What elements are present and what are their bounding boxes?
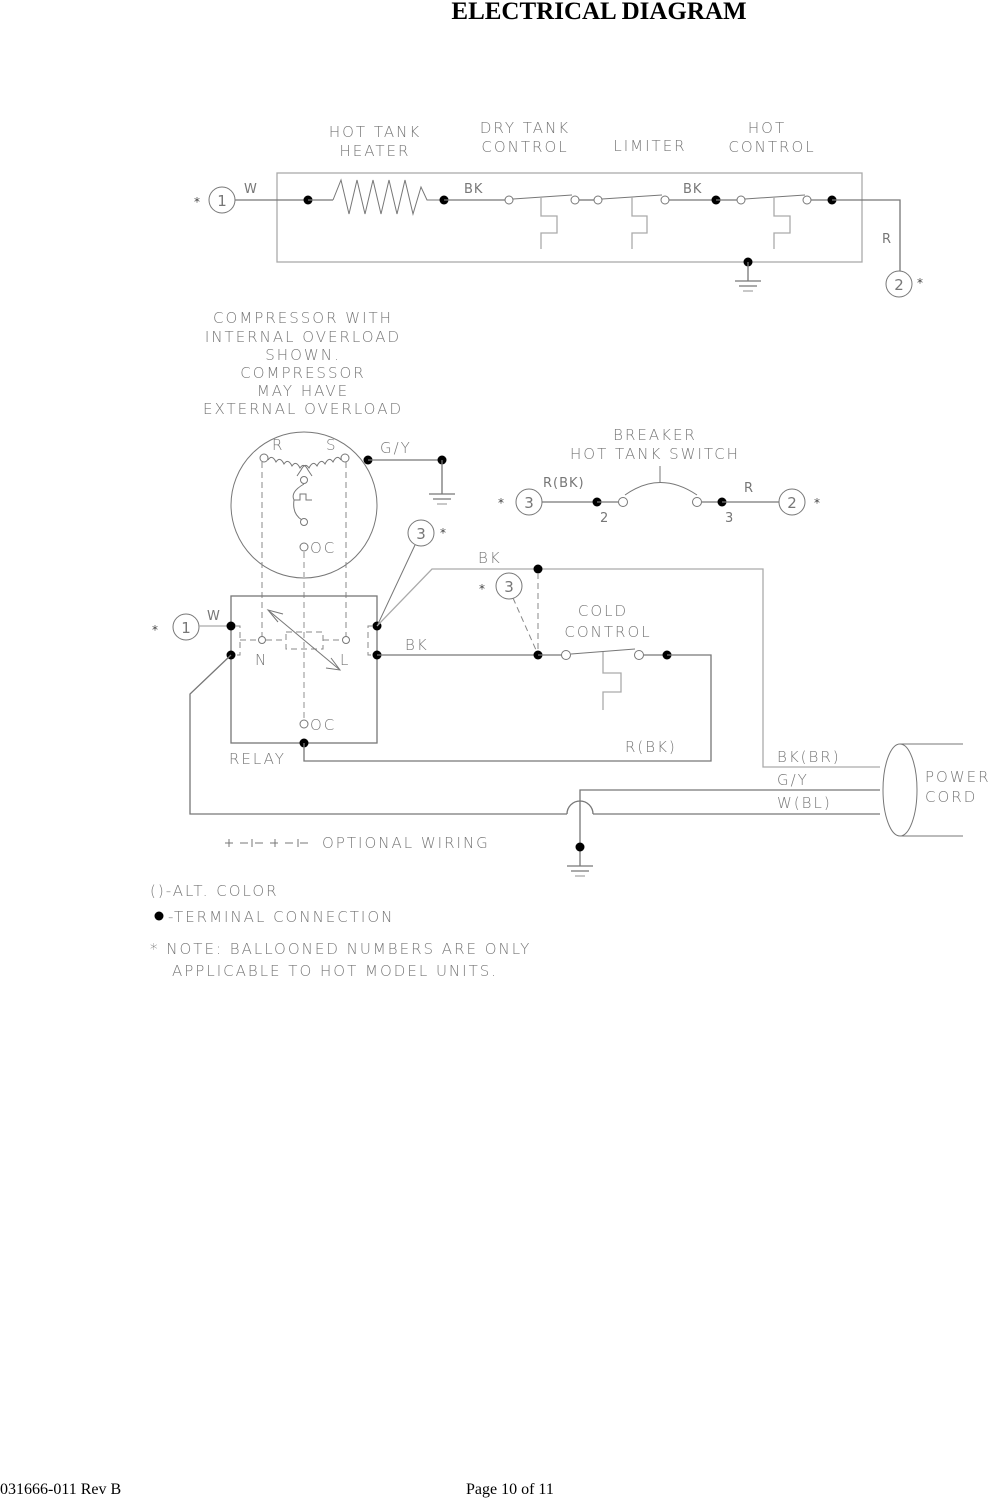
thermostat-symbol [602, 652, 622, 710]
wire-label-wbl: W(BL) [777, 794, 832, 812]
breaker-pin-2: 2 [600, 511, 609, 526]
ground-icon [567, 865, 593, 877]
balloon-2-number: 2 [787, 494, 797, 512]
contact [736, 195, 746, 205]
cold-control-label-2: CONTROL [564, 623, 651, 641]
compressor-note-4: COMPRESSOR [240, 364, 365, 382]
contact [593, 195, 603, 205]
cold-control: BK BK * 3 COLD CONTROL R(BK) [189, 549, 880, 877]
wire-label-gy: G/Y [380, 439, 412, 457]
power-cord-sleeve [882, 743, 918, 837]
wire-label-bk-mid: BK [405, 636, 429, 654]
legend-note-2: APPLICABLE TO HOT MODEL UNITS. [172, 962, 498, 980]
breaker-arc [624, 482, 698, 496]
power-cord-label-1: POWER [925, 768, 989, 786]
thermostat-symbol [631, 197, 648, 249]
balloon-3-number: 3 [416, 525, 426, 543]
wire-gy [579, 789, 880, 866]
wire-label-gy: G/Y [777, 771, 809, 789]
wire-label-rbk: R(BK) [543, 476, 585, 491]
balloon-3-number: 3 [524, 494, 534, 512]
compressor-note-2: INTERNAL OVERLOAD [205, 328, 401, 346]
asterisk: * [440, 526, 446, 540]
breaker-label-1: BREAKER [613, 426, 697, 444]
heater-label-2: HEATER [340, 142, 411, 160]
asterisk: * [498, 496, 504, 510]
wire-label-r-bk: R(BK) [625, 738, 677, 756]
balloon-2-number: 2 [894, 276, 904, 294]
hot-control-label-1: HOT [748, 119, 786, 137]
compressor: COMPRESSOR WITH INTERNAL OVERLOAD SHOWN.… [203, 309, 455, 720]
hot-control-label-2: CONTROL [728, 138, 815, 156]
wire-label-w: W [244, 182, 258, 197]
optional-wiring [512, 597, 537, 651]
asterisk: * [479, 582, 485, 596]
terminal-dot [226, 621, 236, 631]
compressor-s-label: S [326, 436, 338, 454]
asterisk: * [194, 195, 200, 209]
hot-circuit: * 1 W BK HOT TANK HEATER DRY TANK CONTRO… [194, 119, 923, 298]
breaker-pin-3: 3 [725, 511, 734, 526]
page-number: Page 10 of 11 [466, 1481, 554, 1498]
relay-oc-label: OC [310, 716, 336, 734]
contact [504, 195, 514, 205]
wire-w-return [189, 654, 567, 815]
cold-control-label-1: COLD [578, 602, 628, 620]
compressor-note-5: MAY HAVE [257, 382, 349, 400]
limiter-label: LIMITER [613, 137, 686, 155]
relay: RELAY * 1 W N L OC 3 * [152, 519, 446, 768]
asterisk: * [152, 623, 158, 637]
compressor-r-label: R [272, 436, 284, 454]
balloon-3-number: 3 [504, 578, 514, 596]
breaker-hot-tank-switch: BREAKER HOT TANK SWITCH * 3 R(BK) 2 3 R … [498, 426, 820, 526]
compressor-oc-label: OC [310, 539, 336, 557]
thermostat-symbol [540, 197, 558, 249]
wiring-diagram: * 1 W BK HOT TANK HEATER DRY TANK CONTRO… [150, 119, 989, 980]
legend-terminal-connection: -TERMINAL CONNECTION [168, 908, 394, 926]
switch-blade [512, 194, 573, 200]
contact [570, 195, 580, 205]
relay-label: RELAY [229, 750, 286, 768]
ground-icon [429, 493, 455, 505]
balloon-1-number: 1 [217, 192, 227, 210]
wire-label-r: R [744, 481, 754, 496]
dry-tank-label-1: DRY TANK [480, 119, 570, 137]
compressor-note-3: SHOWN. [265, 346, 340, 364]
thermostat-symbol [773, 197, 791, 249]
wire-label-r: R [882, 232, 892, 247]
ground-icon [735, 280, 761, 292]
start-winding [296, 456, 342, 477]
power-cord-label-2: CORD [925, 788, 977, 806]
wire-label-bkbr: BK(BR) [777, 748, 841, 766]
legend-note-1: * NOTE: BALLOONED NUMBERS ARE ONLY [150, 940, 531, 958]
legend-alt-color: ()-ALT. COLOR [150, 882, 279, 900]
legend-terminal-dot [154, 911, 164, 921]
contact [802, 195, 812, 205]
asterisk: * [814, 496, 820, 510]
terminal-dot [575, 842, 585, 852]
wire-label-bk-top: BK [478, 549, 502, 567]
legend-optional-wiring: OPTIONAL WIRING [322, 834, 490, 852]
optional-wiring-symbol [225, 839, 312, 847]
heater-label-1: HOT TANK [329, 123, 421, 141]
breaker-label-2: HOT TANK SWITCH [570, 445, 740, 463]
legend: OPTIONAL WIRING ()-ALT. COLOR -TERMINAL … [150, 834, 531, 980]
wire-label-bk: BK [683, 182, 702, 197]
relay-n-label: N [255, 651, 268, 669]
contact [660, 195, 670, 205]
relay-l-label: L [340, 651, 350, 669]
document-number: 031666-011 Rev B [0, 1481, 122, 1498]
terminal-dot [533, 564, 543, 574]
wire-label-bk: BK [464, 182, 483, 197]
dry-tank-label-2: CONTROL [481, 138, 568, 156]
asterisk: * [917, 276, 923, 290]
internal-overload [292, 483, 312, 501]
balloon-1-number: 1 [181, 619, 191, 637]
compressor-note-6: EXTERNAL OVERLOAD [203, 400, 403, 418]
run-winding [267, 456, 313, 477]
switch-blade [744, 194, 806, 200]
compressor-note-1: COMPRESSOR WITH [213, 309, 393, 327]
wire-label-w: W [207, 609, 221, 624]
heater-resistor [332, 178, 444, 216]
